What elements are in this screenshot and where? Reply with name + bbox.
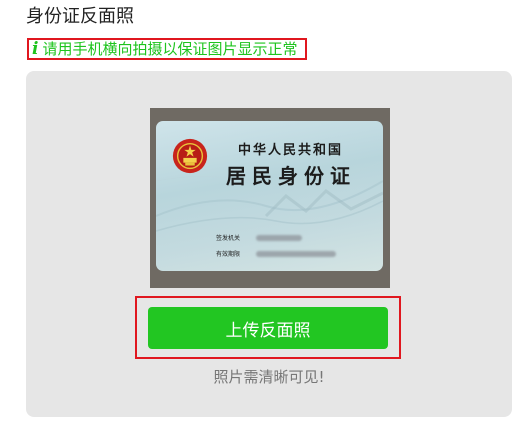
page-title: 身份证反面照 [26, 6, 134, 27]
id-card-sample-image: 中华人民共和国 居民身份证 签发机关 有效期限 [150, 108, 390, 288]
card-title-text: 居民身份证 [226, 164, 356, 188]
blurred-issuer-value [256, 235, 302, 241]
card-issuer-label: 签发机关 [216, 235, 241, 242]
info-icon: i [32, 38, 39, 59]
card-validity-label: 有效期限 [216, 251, 241, 258]
national-emblem-icon [172, 138, 208, 174]
blurred-validity-value [256, 251, 336, 257]
orientation-notice: i 请用手机横向拍摄以保证图片显示正常 [27, 38, 308, 60]
clarity-hint: 照片需清晰可见! [213, 368, 325, 386]
upload-panel: 中华人民共和国 居民身份证 签发机关 有效期限 上传反面照 照片需清晰可见! [26, 71, 512, 417]
id-card-face: 中华人民共和国 居民身份证 签发机关 有效期限 [156, 121, 383, 271]
notice-text: 请用手机横向拍摄以保证图片显示正常 [42, 40, 298, 58]
upload-back-photo-button[interactable]: 上传反面照 [148, 307, 388, 349]
card-nation-text: 中华人民共和国 [238, 143, 344, 158]
